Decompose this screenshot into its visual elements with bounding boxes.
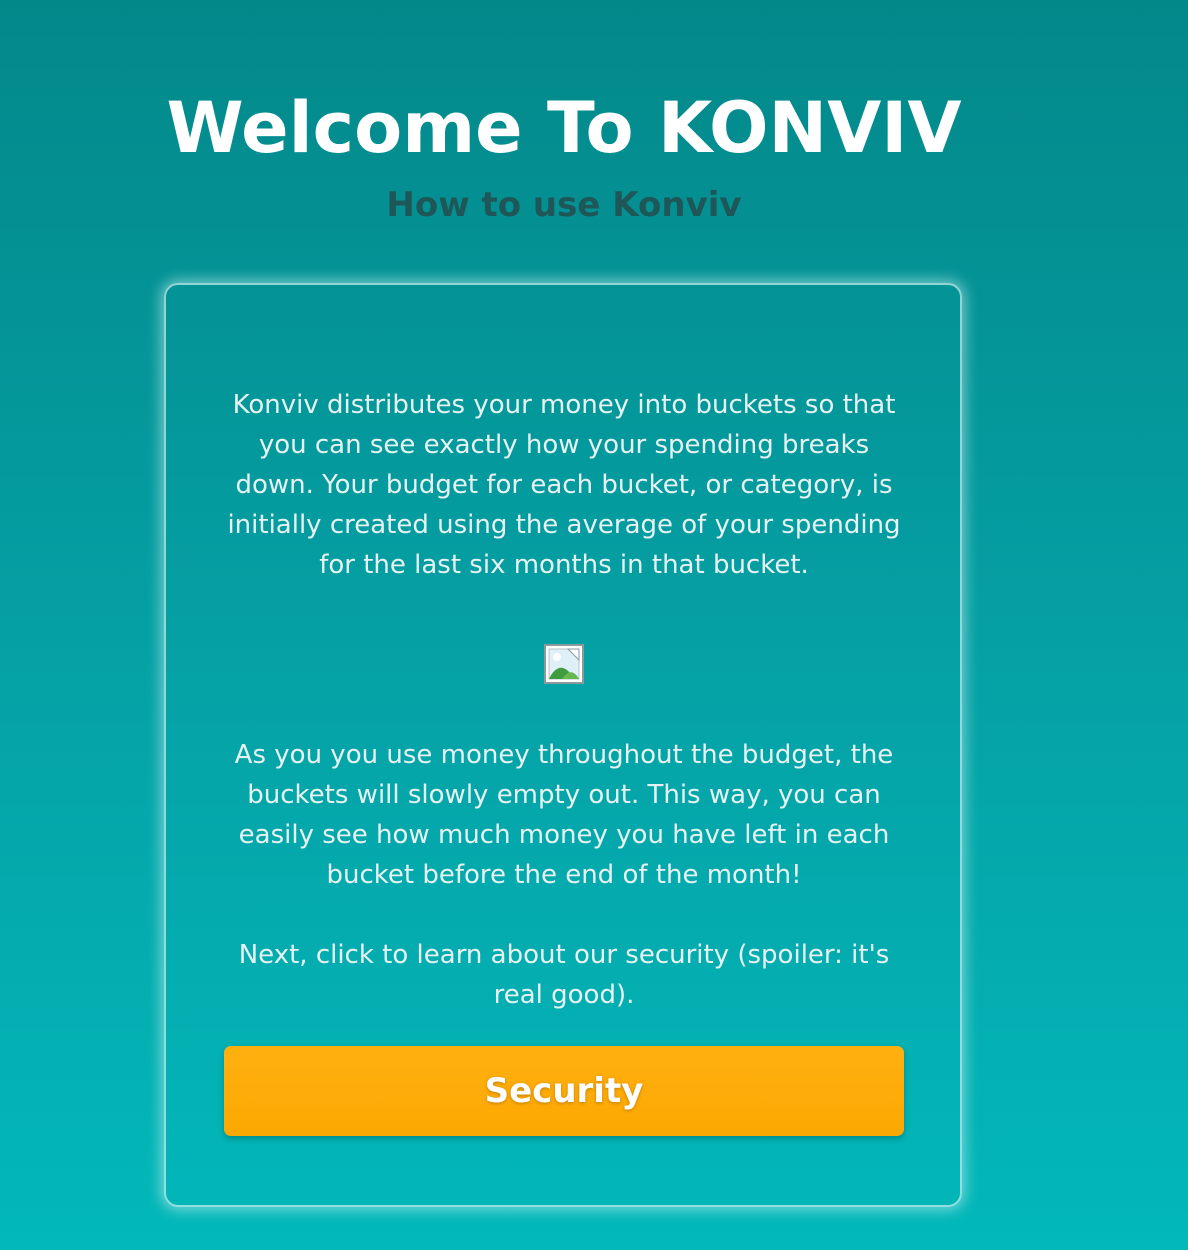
intro-paragraph: Konviv distributes your money into bucke… [227, 390, 901, 580]
info-card: Konviv distributes your money into bucke… [164, 283, 962, 1207]
page-title: Welcome To KONVIV [166, 87, 962, 169]
broken-image-icon [544, 644, 584, 684]
security-button[interactable]: Security [224, 1046, 904, 1136]
next-step-paragraph: Next, click to learn about our security … [238, 940, 890, 1010]
page-subtitle: How to use Konviv [386, 185, 742, 225]
buckets-paragraph: As you you use money throughout the budg… [234, 740, 894, 890]
